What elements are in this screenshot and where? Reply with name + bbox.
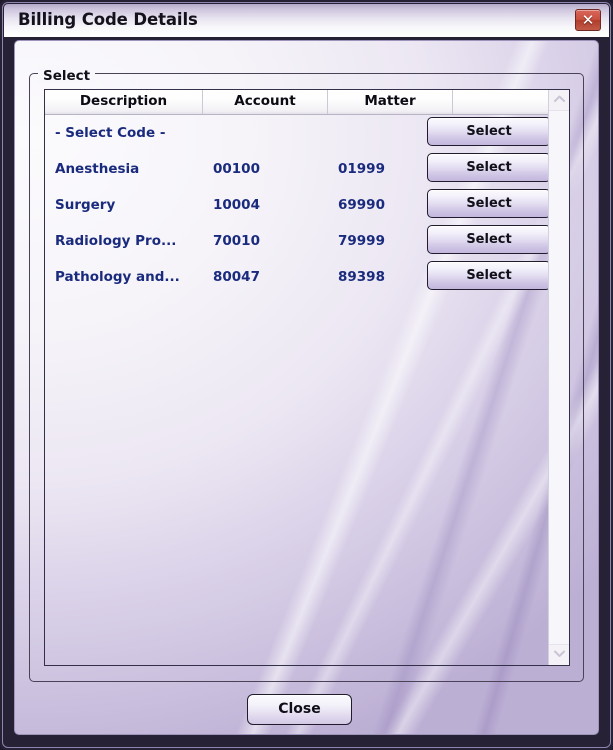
dialog-window: Billing Code Details ✕ Select Descriptio… <box>0 0 613 750</box>
select-row-button[interactable]: Select <box>427 153 551 182</box>
select-row-button[interactable]: Select <box>427 261 551 290</box>
close-window-button[interactable]: ✕ <box>575 9 601 31</box>
grid-header-row: Description Account Matter <box>45 90 569 115</box>
column-header-description[interactable]: Description <box>45 90 203 114</box>
cell-account: 70010 <box>213 233 260 249</box>
column-header-account[interactable]: Account <box>203 90 328 114</box>
scrollbar-track[interactable] <box>549 110 569 645</box>
table-row[interactable]: Radiology Pro... 70010 79999 Select <box>45 223 569 259</box>
group-box-label-wrap: Select <box>38 65 96 84</box>
scroll-down-button[interactable] <box>549 645 569 665</box>
cell-account: 10004 <box>213 197 260 213</box>
cell-description: Anesthesia <box>55 161 140 177</box>
column-header-matter[interactable]: Matter <box>328 90 453 114</box>
select-row-button[interactable]: Select <box>427 117 551 146</box>
grid-body: - Select Code - Select Anesthesia 00100 … <box>45 115 569 665</box>
cell-description: Pathology and... <box>55 269 180 285</box>
title-bar[interactable]: Billing Code Details ✕ <box>4 4 609 37</box>
close-button[interactable]: Close <box>247 694 352 725</box>
table-row[interactable]: Anesthesia 00100 01999 Select <box>45 151 569 187</box>
group-box-label: Select <box>43 68 91 84</box>
select-row-button[interactable]: Select <box>427 225 551 254</box>
select-group-box: Select Description Account Matter - Sele… <box>29 65 584 682</box>
table-row[interactable]: Pathology and... 80047 89398 Select <box>45 259 569 295</box>
cell-description: Surgery <box>55 197 116 213</box>
dialog-client-area: Select Description Account Matter - Sele… <box>14 40 599 735</box>
chevron-down-icon <box>553 650 565 657</box>
cell-account <box>213 115 325 151</box>
cell-account: 00100 <box>213 161 260 177</box>
window-title: Billing Code Details <box>18 10 198 29</box>
table-row[interactable]: Surgery 10004 69990 Select <box>45 187 569 223</box>
billing-code-grid: Description Account Matter - Select Code… <box>44 89 570 666</box>
cell-account: 80047 <box>213 269 260 285</box>
column-header-action[interactable] <box>453 90 549 114</box>
cell-description: - Select Code - <box>55 125 166 141</box>
select-row-button[interactable]: Select <box>427 189 551 218</box>
cell-description: Radiology Pro... <box>55 233 177 249</box>
table-row[interactable]: - Select Code - Select <box>45 115 569 151</box>
scroll-up-button[interactable] <box>549 90 569 110</box>
vertical-scrollbar[interactable] <box>548 90 569 665</box>
chevron-up-icon <box>553 95 565 102</box>
close-x-icon: ✕ <box>581 11 595 29</box>
